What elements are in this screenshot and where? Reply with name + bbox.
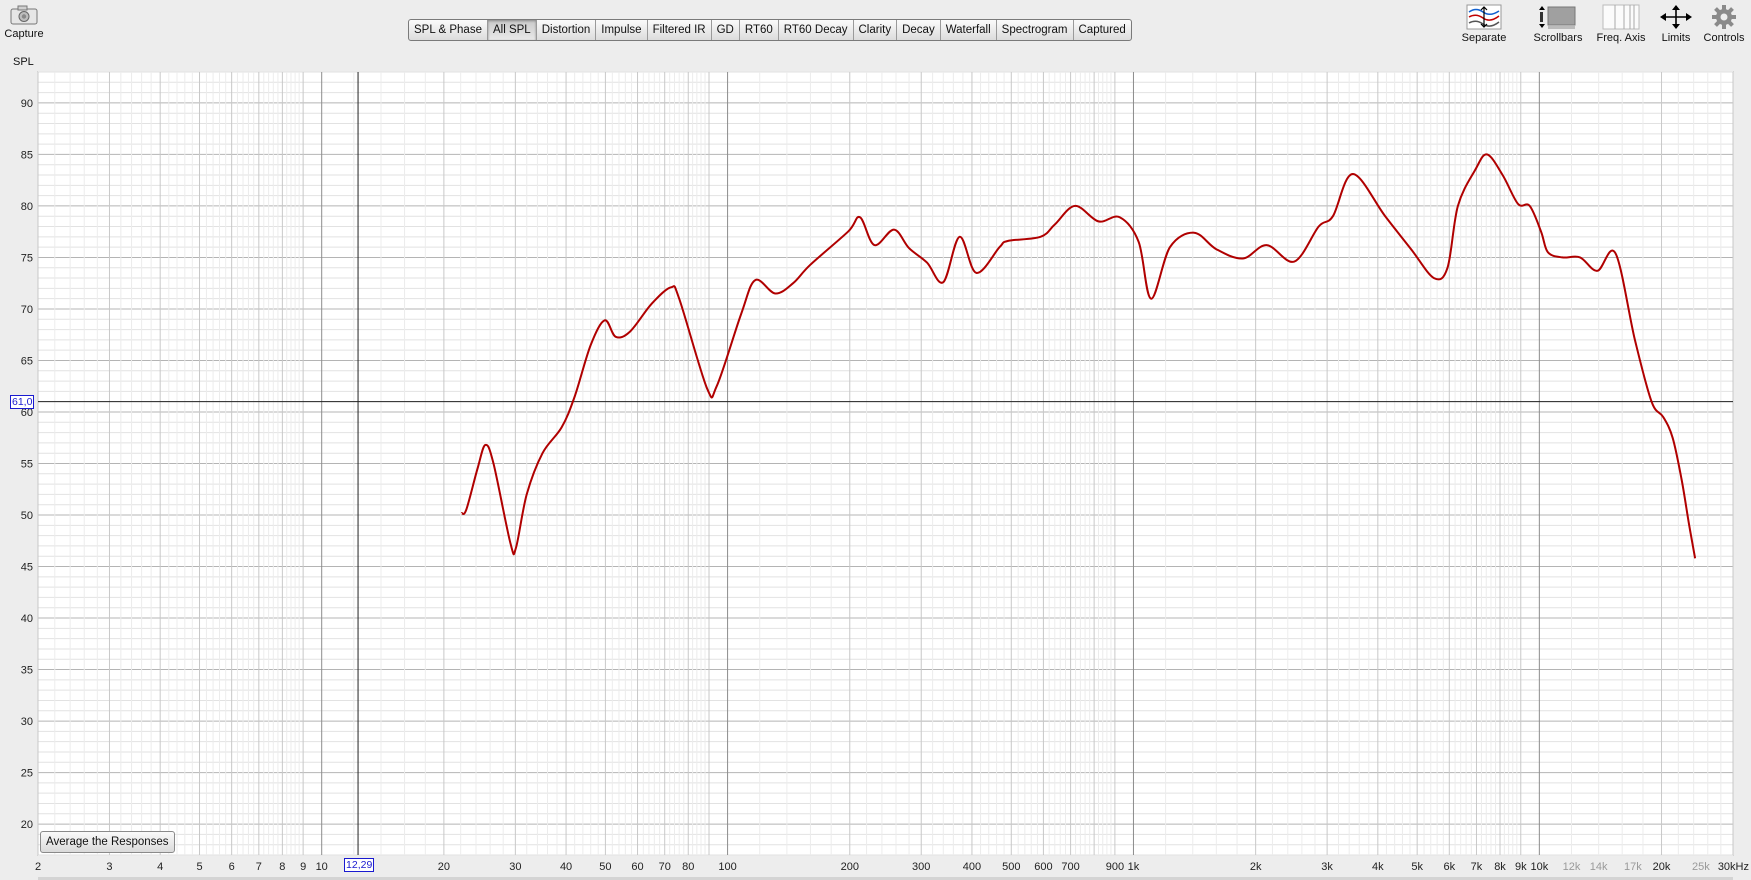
x-tick-label: 5 — [196, 861, 202, 873]
x-tick-label: 6k — [1443, 861, 1455, 873]
x-tick-label: 9k — [1515, 861, 1527, 873]
x-tick-label: 4 — [157, 861, 163, 873]
x-tick-label: 8k — [1494, 861, 1506, 873]
x-tick-label: 12k — [1563, 861, 1581, 873]
x-tick-label: 30 — [509, 861, 521, 873]
x-tick-label: 200 — [841, 861, 859, 873]
x-tick-label: 60 — [631, 861, 643, 873]
x-tick-label: 500 — [1002, 861, 1020, 873]
x-tick-label: 40 — [560, 861, 572, 873]
y-tick-label: 55 — [21, 459, 33, 471]
x-tick-label: 100 — [718, 861, 736, 873]
x-tick-label: 50 — [599, 861, 611, 873]
x-tick-label: 20 — [438, 861, 450, 873]
y-tick-label: 65 — [21, 355, 33, 367]
y-tick-label: 25 — [21, 768, 33, 780]
y-tick-label: 85 — [21, 149, 33, 161]
y-tick-label: 40 — [21, 613, 33, 625]
x-tick-label: 900 — [1106, 861, 1124, 873]
y-tick-label: 75 — [21, 252, 33, 264]
y-tick-label: 50 — [21, 510, 33, 522]
x-tick-label: 30kHz — [1718, 861, 1749, 873]
x-tick-labels: 2 3 4 5 6 7 8 9 10 20 30 40 50 60 70 80 100 200 300 400 500 6… — [35, 861, 1749, 873]
y-tick-label: 80 — [21, 201, 33, 213]
x-tick-label: 5k — [1411, 861, 1423, 873]
x-tick-label: 600 — [1034, 861, 1052, 873]
x-tick-label: 7 — [256, 861, 262, 873]
x-tick-label: 9 — [300, 861, 306, 873]
y-tick-label: 70 — [21, 304, 33, 316]
cursor-y-readout: 61,0 — [10, 394, 35, 409]
x-tick-label: 4k — [1372, 861, 1384, 873]
x-tick-label: 3 — [106, 861, 112, 873]
x-tick-label: 2k — [1250, 861, 1262, 873]
x-tick-label: 17k — [1624, 861, 1642, 873]
x-tick-label: 10 — [316, 861, 328, 873]
y-tick-label: 35 — [21, 665, 33, 677]
y-tick-label: 20 — [21, 819, 33, 831]
y-tick-label: 45 — [21, 562, 33, 574]
x-tick-label: 300 — [912, 861, 930, 873]
y-tick-label: 60 — [21, 407, 33, 419]
x-tick-label: 14k — [1590, 861, 1608, 873]
x-tick-label: 7k — [1471, 861, 1483, 873]
x-tick-label: 3k — [1321, 861, 1333, 873]
x-tick-label: 700 — [1061, 861, 1079, 873]
x-tick-label: 2 — [35, 861, 41, 873]
x-tick-label: 6 — [229, 861, 235, 873]
x-tick-label: 10k — [1530, 861, 1548, 873]
cursor-x-readout: 12,29 — [344, 858, 375, 872]
x-tick-label: 400 — [963, 861, 981, 873]
average-responses-button[interactable]: Average the Responses — [40, 831, 175, 853]
y-tick-label: 30 — [21, 716, 33, 728]
x-tick-label: 25k — [1692, 861, 1710, 873]
x-tick-label: 1k — [1128, 861, 1140, 873]
spl-graph[interactable]: 202530354045505560657075808590 234567891… — [0, 0, 1751, 880]
x-tick-label: 20k — [1653, 861, 1671, 873]
y-tick-labels: 20 25 30 35 40 45 50 55 60 65 70 75 80 85 90 — [21, 98, 33, 831]
x-tick-label: 70 — [659, 861, 671, 873]
x-tick-label: 80 — [682, 861, 694, 873]
x-tick-label: 8 — [279, 861, 285, 873]
y-tick-label: 90 — [21, 98, 33, 110]
